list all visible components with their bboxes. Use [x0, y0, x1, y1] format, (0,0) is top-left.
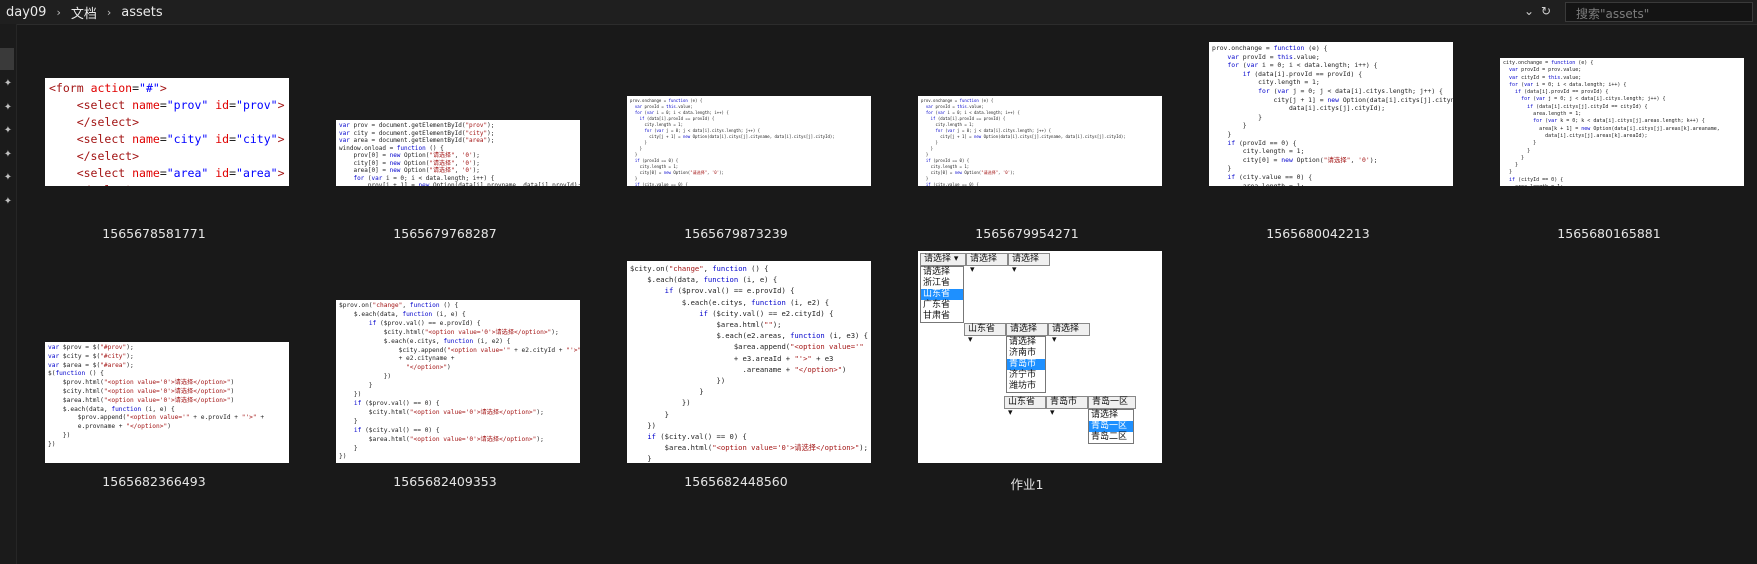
- area-select: 请选择 ▾: [1048, 323, 1090, 345]
- file-name[interactable]: 1565680165881: [1486, 226, 1732, 241]
- pin-icon[interactable]: ✦: [2, 78, 14, 90]
- chevron-down-icon[interactable]: ⌄: [1521, 3, 1537, 19]
- file-item[interactable]: prov.onchange = function (e) { var provI…: [904, 40, 1162, 245]
- file-thumbnail: var prov = document.getElementById("prov…: [336, 120, 580, 186]
- file-name[interactable]: 1565682409353: [322, 474, 568, 489]
- file-thumbnail: var $prov = $("#prov"); var $city = $("#…: [45, 342, 289, 463]
- file-name[interactable]: 1565678581771: [31, 226, 277, 241]
- city-select: 请选择 ▾: [1006, 323, 1048, 345]
- city-option: 潍坊市: [1009, 381, 1037, 391]
- file-name[interactable]: 作业1: [904, 474, 1150, 493]
- file-name[interactable]: 1565680042213: [1195, 226, 1441, 241]
- province-select-value: 请选择: [924, 254, 952, 264]
- file-thumbnail: prov.onchange = function (e) { var provI…: [918, 96, 1162, 186]
- code-preview: $prov.on("change", function () { $.each(…: [339, 302, 580, 461]
- file-name[interactable]: 1565682366493: [31, 474, 277, 489]
- pin-icon[interactable]: ✦: [2, 125, 14, 137]
- province-select-value: 山东省: [968, 324, 996, 334]
- search-box[interactable]: 搜索"assets": [1565, 2, 1753, 22]
- code-preview: var $prov = $("#prov"); var $city = $("#…: [48, 344, 265, 448]
- selected-nav-item[interactable]: [0, 48, 14, 70]
- province-select: 山东省 ▾: [1004, 396, 1046, 418]
- province-list: 请选择 浙江省 山东省 广东省 甘肃省: [920, 266, 964, 323]
- code-preview: $city.on("change", function () { $.each(…: [630, 264, 869, 463]
- city-option: 济宁市: [1009, 370, 1037, 380]
- file-name[interactable]: 1565679768287: [322, 226, 568, 241]
- file-thumbnail: prov.onchange = function (e) { var provI…: [627, 96, 871, 186]
- area-select: 青岛一区 ▾: [1088, 396, 1136, 418]
- city-select: 请选择 ▾: [966, 253, 1008, 275]
- file-item[interactable]: prov.onchange = function (e) { var provI…: [613, 40, 871, 245]
- city-option: 青岛市: [1007, 359, 1045, 370]
- area-select-value: 青岛一区: [1092, 397, 1129, 407]
- file-item[interactable]: prov.onchange = function (e) { var provI…: [1195, 40, 1453, 245]
- city-list: 请选择 济南市 青岛市 济宁市 潍坊市: [1006, 336, 1046, 393]
- file-thumbnail: $prov.on("change", function () { $.each(…: [336, 300, 580, 463]
- file-item[interactable]: city.onchange = function (e) { var provI…: [1486, 40, 1744, 245]
- file-item[interactable]: var prov = document.getElementById("prov…: [322, 40, 580, 245]
- code-preview: prov.onchange = function (e) { var provI…: [921, 98, 1126, 186]
- area-select: 请选择 ▾: [1008, 253, 1050, 275]
- file-thumbnail: prov.onchange = function (e) { var provI…: [1209, 42, 1453, 186]
- file-name[interactable]: 1565682448560: [613, 474, 859, 489]
- breadcrumb-docs[interactable]: 文档: [71, 3, 97, 22]
- search-input[interactable]: 搜索"assets": [1576, 5, 1649, 22]
- pin-icon[interactable]: ✦: [2, 102, 14, 114]
- city-option: 济南市: [1009, 348, 1037, 358]
- navigation-pane: ✦ ✦ ✦ ✦ ✦ ✦: [0, 24, 17, 564]
- refresh-icon[interactable]: ↻: [1538, 3, 1554, 19]
- file-item[interactable]: 请选择 ▾ 请选择 浙江省 山东省 广东省 甘肃省 请选择 ▾ 请选择 ▾ 山东…: [904, 250, 1162, 493]
- code-preview: prov.onchange = function (e) { var provI…: [1212, 44, 1453, 186]
- code-preview: var prov = document.getElementById("prov…: [339, 122, 580, 186]
- city-select-value: 请选择: [970, 254, 998, 264]
- file-item[interactable]: $prov.on("change", function () { $.each(…: [322, 250, 580, 490]
- select-demo-preview: 请选择 ▾ 请选择 浙江省 山东省 广东省 甘肃省 请选择 ▾ 请选择 ▾ 山东…: [918, 251, 1162, 463]
- address-bar: day09 › 文档 › assets ⌄ ↻ 搜索"assets": [0, 0, 1757, 25]
- file-item[interactable]: <form action="#"> <select name="prov" id…: [31, 40, 289, 245]
- file-item[interactable]: $city.on("change", function () { $.each(…: [613, 250, 871, 490]
- area-list: 请选择 青岛一区 青岛二区: [1088, 409, 1134, 444]
- province-option: 请选择: [923, 267, 951, 277]
- code-preview: prov.onchange = function (e) { var provI…: [630, 98, 835, 186]
- city-select-value: 青岛市: [1050, 397, 1078, 407]
- province-option: 广东省: [923, 300, 951, 310]
- area-select-value: 请选择: [1012, 254, 1040, 264]
- city-option: 请选择: [1009, 337, 1037, 347]
- city-select-value: 请选择: [1010, 324, 1038, 334]
- file-name[interactable]: 1565679954271: [904, 226, 1150, 241]
- file-thumbnail: 请选择 ▾ 请选择 浙江省 山东省 广东省 甘肃省 请选择 ▾ 请选择 ▾ 山东…: [918, 251, 1162, 463]
- area-option: 青岛一区: [1089, 421, 1133, 432]
- breadcrumb-assets[interactable]: assets: [121, 5, 162, 20]
- area-option: 青岛二区: [1091, 432, 1128, 442]
- area-select-value: 请选择: [1052, 324, 1080, 334]
- province-select: 山东省 ▾: [964, 323, 1006, 345]
- pin-icon[interactable]: ✦: [2, 196, 14, 208]
- chevron-right-icon[interactable]: ›: [107, 6, 111, 19]
- file-thumbnail: <form action="#"> <select name="prov" id…: [45, 78, 289, 186]
- province-select-value: 山东省: [1008, 397, 1036, 407]
- file-thumbnail: $city.on("change", function () { $.each(…: [627, 261, 871, 463]
- province-option: 山东省: [921, 289, 963, 300]
- code-preview: <form action="#"> <select name="prov" id…: [49, 81, 285, 186]
- file-name[interactable]: 1565679873239: [613, 226, 859, 241]
- city-select: 青岛市 ▾: [1046, 396, 1088, 418]
- province-select: 请选择 ▾: [920, 253, 966, 266]
- file-thumbnail: city.onchange = function (e) { var provI…: [1500, 58, 1744, 186]
- province-option: 甘肃省: [923, 311, 951, 321]
- chevron-right-icon[interactable]: ›: [56, 6, 60, 19]
- file-item[interactable]: var $prov = $("#prov"); var $city = $("#…: [31, 250, 289, 490]
- pin-icon[interactable]: ✦: [2, 149, 14, 161]
- breadcrumb-day09[interactable]: day09: [6, 5, 46, 20]
- code-preview: city.onchange = function (e) { var provI…: [1503, 60, 1720, 186]
- breadcrumb: day09 › 文档 › assets: [6, 3, 163, 22]
- area-option: 请选择: [1091, 410, 1119, 420]
- province-option: 浙江省: [923, 278, 951, 288]
- pin-icon[interactable]: ✦: [2, 172, 14, 184]
